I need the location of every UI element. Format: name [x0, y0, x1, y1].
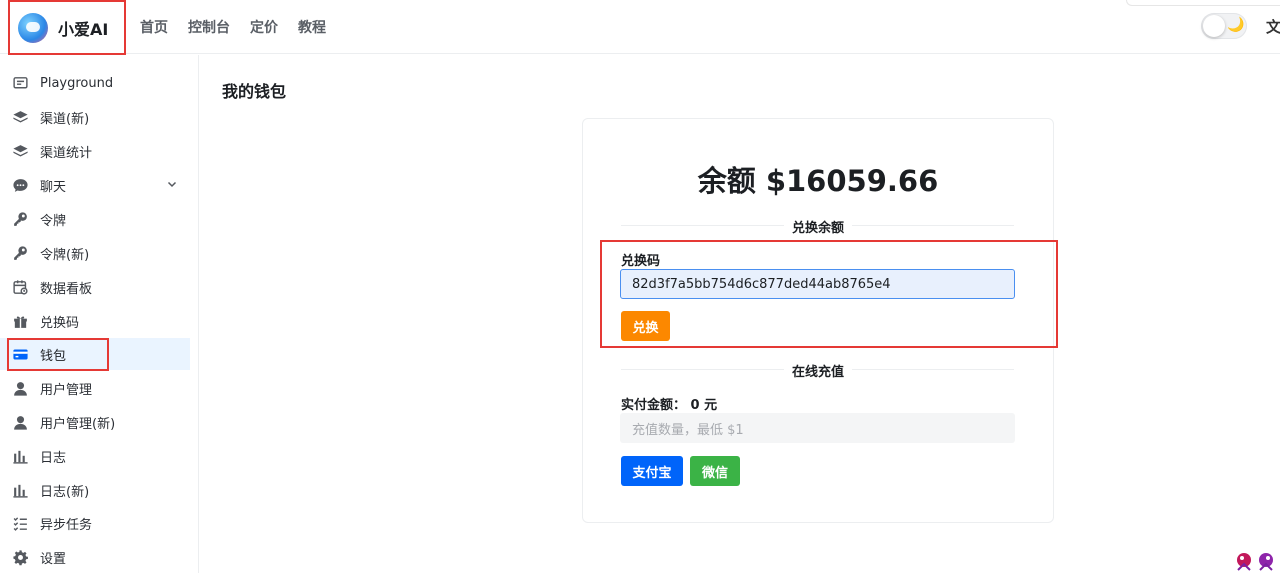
top-corner-frame	[1126, 0, 1280, 6]
alipay-button[interactable]: 支付宝	[621, 456, 683, 486]
gear-icon	[12, 549, 29, 566]
chevron-down-icon[interactable]	[166, 178, 178, 190]
sidebar-item-label: 数据看板	[40, 281, 93, 297]
sidebar-item-settings[interactable]: 设置	[0, 541, 190, 573]
nav-console[interactable]: 控制台	[188, 17, 230, 37]
sidebar-item-label: 令牌(新)	[40, 247, 90, 263]
sidebar-item-label: 用户管理(新)	[40, 416, 116, 432]
brand-name: 小爱AI	[58, 19, 109, 39]
layers-icon	[12, 109, 29, 126]
pay-amount-text: 实付金额： 0 元	[621, 398, 718, 413]
mascot-icon	[1237, 553, 1273, 571]
brand-logo-icon	[18, 12, 48, 43]
wechat-button[interactable]: 微信	[690, 456, 740, 486]
sidebar-item-chat[interactable]: 聊天	[0, 169, 190, 201]
bar-chart-icon	[12, 448, 29, 465]
topup-amount-input[interactable]: 充值数量，最低 $1	[620, 413, 1015, 443]
sidebar-item-label: 令牌	[40, 213, 67, 229]
key-icon	[12, 211, 29, 228]
sidebar-item-dashboard[interactable]: 数据看板	[0, 271, 190, 303]
checklist-icon	[12, 515, 29, 532]
sidebar-item-label: 日志	[40, 450, 67, 466]
sidebar-item-label: Playground	[40, 75, 114, 91]
redeem-code-input[interactable]: 82d3f7a5bb754d6c877ded44ab8765e4	[620, 269, 1015, 299]
sidebar-item-label: 用户管理	[40, 382, 93, 398]
nav-pricing[interactable]: 定价	[250, 17, 278, 37]
redeem-code-label: 兑换码	[621, 254, 661, 269]
sidebar-item-users[interactable]: 用户管理	[0, 372, 190, 404]
nav-home[interactable]: 首页	[140, 17, 168, 37]
key-icon	[12, 245, 29, 262]
gift-icon	[12, 313, 29, 330]
sidebar-item-label: 兑换码	[40, 315, 80, 331]
user-icon	[12, 414, 29, 431]
top-nav: 首页 控制台 定价 教程	[140, 17, 326, 37]
redeem-section-title: 兑换余额	[784, 217, 853, 236]
topup-section-title: 在线充值	[784, 361, 853, 380]
nav-tutorial[interactable]: 教程	[298, 17, 326, 37]
sidebar-item-label: 设置	[40, 551, 67, 567]
sidebar-item-label: 日志(新)	[40, 484, 90, 500]
redeem-button[interactable]: 兑换	[621, 311, 670, 341]
balance-display: 余额 $16059.66	[697, 164, 939, 198]
sidebar-item-logs[interactable]: 日志	[0, 440, 190, 472]
chat-bubble-icon	[12, 177, 29, 194]
moon-icon: 🌙	[1227, 17, 1245, 33]
brand-logo-link[interactable]: 小爱AI	[8, 0, 126, 55]
user-icon	[12, 380, 29, 397]
sidebar: Playground 渠道(新) 渠道统计 聊天 令牌 令牌(新) 数据看板 兑…	[0, 55, 199, 573]
sidebar-item-tokens-new[interactable]: 令牌(新)	[0, 237, 190, 269]
sidebar-item-label: 渠道(新)	[40, 111, 90, 127]
sidebar-item-playground[interactable]: Playground	[0, 67, 190, 99]
language-icon[interactable]: 文	[1266, 16, 1280, 37]
page-title: 我的钱包	[222, 82, 287, 101]
theme-toggle-knob	[1203, 15, 1225, 37]
theme-toggle[interactable]: 🌙	[1201, 13, 1247, 39]
sidebar-item-async-tasks[interactable]: 异步任务	[0, 507, 190, 539]
top-bar: 小爱AI 首页 控制台 定价 教程 🌙 文	[0, 0, 1280, 55]
sidebar-item-logs-new[interactable]: 日志(新)	[0, 474, 190, 506]
sidebar-item-label: 渠道统计	[40, 145, 93, 161]
bar-chart-icon	[12, 482, 29, 499]
sidebar-item-label: 聊天	[40, 179, 67, 195]
sidebar-item-redeem-codes[interactable]: 兑换码	[0, 305, 190, 337]
sidebar-item-tokens[interactable]: 令牌	[0, 203, 190, 235]
sidebar-item-users-new[interactable]: 用户管理(新)	[0, 406, 190, 438]
layers-icon	[12, 143, 29, 160]
calendar-clock-icon	[12, 279, 29, 296]
sidebar-item-channel-stats[interactable]: 渠道统计	[0, 135, 190, 167]
sidebar-item-label: 异步任务	[40, 517, 93, 533]
wallet-highlight-box	[7, 338, 109, 371]
message-square-icon	[12, 75, 29, 92]
sidebar-item-channels-new[interactable]: 渠道(新)	[0, 101, 190, 133]
